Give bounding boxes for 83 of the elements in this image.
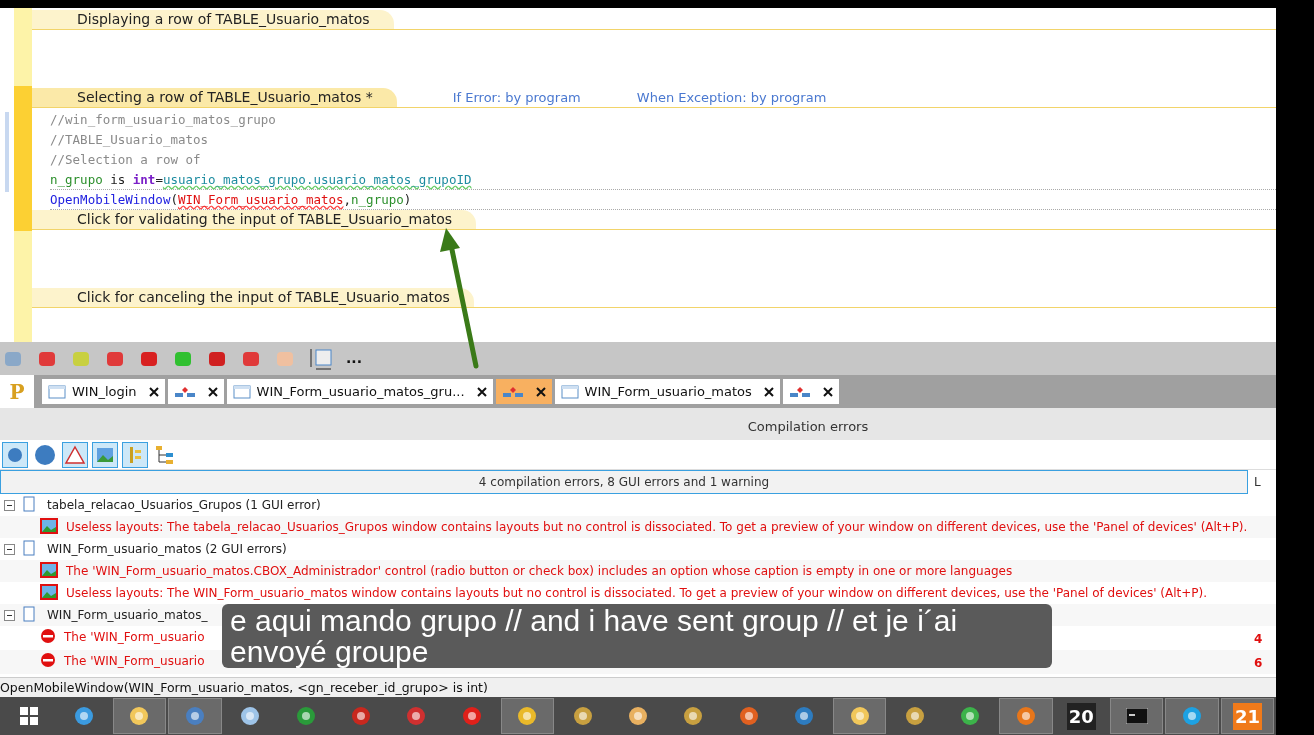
section-header: Displaying a row of TABLE_Usuario_matos bbox=[32, 10, 394, 29]
code-line: //TABLE_Usuario_matos bbox=[50, 131, 210, 149]
editor-tab[interactable] bbox=[782, 379, 839, 404]
error-group[interactable]: WIN_Form_usuario_matos (2 GUI errors) bbox=[47, 540, 287, 558]
editor-tab[interactable]: WIN_Form_usuario_matos bbox=[554, 379, 780, 404]
editor-tab[interactable]: WIN_Form_usuario_matos_gru... bbox=[226, 379, 493, 404]
diagram-icon bbox=[501, 385, 524, 398]
window-icon bbox=[560, 384, 579, 399]
window-icon bbox=[232, 384, 251, 399]
taskbar-item[interactable] bbox=[112, 698, 167, 734]
editor-tab[interactable] bbox=[495, 379, 552, 404]
collapse-icon[interactable] bbox=[4, 544, 15, 555]
app-icon[interactable] bbox=[460, 705, 483, 727]
app-badge[interactable]: 20 bbox=[1066, 702, 1096, 730]
terminal-icon[interactable] bbox=[1125, 708, 1148, 724]
code-line: //Selection a row of bbox=[50, 151, 202, 169]
warning-filter-button[interactable] bbox=[62, 441, 88, 468]
close-icon[interactable] bbox=[207, 386, 218, 397]
handler-note[interactable]: If Error: by program bbox=[452, 88, 581, 107]
app-icon[interactable] bbox=[904, 705, 926, 727]
app-icon[interactable] bbox=[682, 705, 705, 727]
editor-tab[interactable]: WIN_login bbox=[42, 379, 165, 404]
more-button[interactable]: ... bbox=[346, 348, 362, 369]
line-number: 4 bbox=[1254, 632, 1263, 646]
window-icon bbox=[48, 384, 66, 399]
code-line: //win_form_usuario_matos_grupo bbox=[50, 111, 277, 129]
diagram-icon bbox=[788, 385, 811, 398]
info-icon bbox=[34, 443, 56, 466]
taskbar-item[interactable]: 20 bbox=[1054, 698, 1108, 734]
warning-icon bbox=[64, 443, 86, 466]
resize-icon[interactable] bbox=[308, 346, 334, 371]
app-icon[interactable] bbox=[793, 705, 816, 727]
video-subtitle: e aqui mando grupo // and i have sent group // et je i´ai envoyé groupe bbox=[222, 604, 1052, 668]
close-icon[interactable] bbox=[476, 386, 487, 397]
image-error-icon bbox=[40, 562, 58, 578]
app-icon[interactable] bbox=[128, 705, 151, 727]
app-icon[interactable] bbox=[571, 705, 594, 727]
app-icon[interactable] bbox=[350, 705, 373, 727]
image-error-icon bbox=[40, 584, 58, 600]
app-icon[interactable] bbox=[516, 705, 539, 727]
app-icon[interactable] bbox=[1014, 705, 1037, 727]
app-icon[interactable] bbox=[405, 705, 428, 727]
app-icon[interactable] bbox=[737, 705, 760, 727]
section-header: Selecting a row of TABLE_Usuario_matos * bbox=[32, 88, 397, 107]
handler-note[interactable]: When Exception: by program bbox=[636, 88, 827, 107]
column-header[interactable]: L bbox=[1248, 470, 1276, 494]
tree-filter-button[interactable] bbox=[122, 441, 148, 468]
section-header: Click for validating the input of TABLE_Usuario_matos bbox=[32, 210, 477, 229]
status-bar: OpenMobileWindow(WIN_Form_usuario_matos, <gn_receber_id_grupo> is int) bbox=[0, 677, 1276, 697]
summary-header[interactable]: 4 compilation errors, 8 GUI errors and 1 warning bbox=[0, 470, 1248, 494]
error-group[interactable]: WIN_Form_usuario_matos_ bbox=[47, 606, 208, 624]
gui-filter-button[interactable] bbox=[92, 441, 118, 468]
editor-tab[interactable] bbox=[167, 379, 224, 404]
code-line: n_grupo is int=usuario_matos_grupo.usuario_matos_grupoID bbox=[50, 170, 1276, 190]
error-group[interactable]: tabela_relacao_Usuarios_Grupos (1 GUI error) bbox=[47, 496, 321, 514]
section-header: Click for canceling the input of TABLE_Usuario_matos bbox=[32, 288, 474, 307]
app-icon[interactable] bbox=[183, 705, 206, 727]
taskbar-item[interactable] bbox=[500, 698, 554, 734]
close-icon[interactable] bbox=[535, 386, 546, 397]
close-icon[interactable] bbox=[763, 386, 774, 397]
image-error-icon bbox=[40, 518, 58, 534]
collapse-icon[interactable] bbox=[4, 610, 15, 621]
collapse-icon[interactable] bbox=[4, 500, 15, 511]
hierarchy-icon bbox=[154, 443, 176, 466]
error-message[interactable]: Useless layouts: The WIN_Form_usuario_matos window contains layouts but no control is dissociated. To get a preview of your window on different devices, use the 'Panel of devices' (Alt+P). bbox=[66, 584, 1208, 602]
app-icon[interactable] bbox=[239, 705, 262, 727]
app-icon[interactable] bbox=[73, 705, 96, 727]
error-message[interactable]: The 'WIN_Form_usuario bbox=[64, 652, 205, 670]
diagram-icon bbox=[173, 385, 196, 398]
search-button[interactable] bbox=[2, 441, 28, 468]
pane-title: Compilation errors bbox=[747, 417, 869, 436]
taskbar-item[interactable] bbox=[1109, 698, 1164, 734]
app-icon[interactable] bbox=[848, 705, 871, 727]
app-icon[interactable] bbox=[294, 705, 317, 727]
app-icon[interactable] bbox=[959, 705, 982, 727]
close-icon[interactable] bbox=[822, 386, 833, 397]
line-number: 6 bbox=[1254, 656, 1263, 670]
windows-icon[interactable] bbox=[19, 707, 38, 725]
app-icon[interactable] bbox=[1181, 705, 1203, 727]
taskbar-item[interactable] bbox=[832, 698, 887, 734]
close-icon[interactable] bbox=[148, 386, 159, 397]
error-message[interactable]: The 'WIN_Form_usuario bbox=[64, 628, 205, 646]
app-icon[interactable] bbox=[627, 705, 650, 727]
